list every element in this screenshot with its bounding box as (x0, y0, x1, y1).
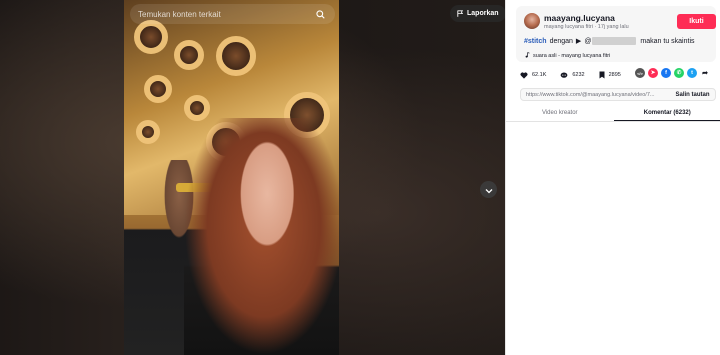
next-video-button[interactable] (480, 181, 497, 198)
wall-decoration (216, 36, 256, 76)
wall-decoration (136, 120, 160, 144)
mention-link[interactable]: @ (584, 38, 591, 45)
comment-count: 6232 (572, 72, 585, 78)
wall-decoration (144, 75, 172, 103)
music-label: suara asli - mayang lucyana fitri (533, 53, 611, 59)
flag-icon (457, 10, 463, 17)
hashtag-link[interactable]: #stitch (524, 38, 547, 45)
comments-list (506, 122, 720, 355)
related-search-bar[interactable]: Temukan konten terkait (130, 4, 335, 24)
report-label: Laporkan (467, 10, 499, 17)
copy-link-button[interactable]: Salin tautan (670, 89, 715, 100)
redacted-mention (592, 37, 637, 45)
music-note-icon (524, 52, 530, 60)
video-url: https://www.tiktok.com/@maayang.lucyana/… (526, 91, 655, 98)
tab-comments[interactable]: Komentar (6232) (613, 105, 720, 121)
wall-decoration (174, 40, 204, 70)
chevron-down-icon (485, 181, 493, 199)
heart-icon (520, 71, 528, 79)
embed-icon[interactable]: </> (635, 68, 645, 78)
details-panel: maayang.lucyana mayang lucyana fitri · 1… (505, 0, 720, 355)
save-count: 2895 (608, 72, 621, 78)
follow-button[interactable]: Ikuti (677, 14, 716, 29)
person-right (184, 118, 339, 355)
author-subline: mayang lucyana fitri · 17j yang lalu (544, 24, 629, 30)
like-count: 62.1K (532, 72, 547, 78)
caption-text: dengan (549, 37, 573, 45)
caption-suffix: makan tu skaintis (640, 37, 695, 45)
share-buttons: </> ➤ f ✆ t ➦ (635, 68, 710, 78)
share-more-icon[interactable]: ➦ (700, 68, 710, 78)
video-stage: Temukan konten terkait Laporkan (0, 0, 505, 355)
play-icon: ▶ (575, 38, 582, 45)
facebook-icon[interactable]: f (661, 68, 671, 78)
search-input[interactable]: Temukan konten terkait (138, 10, 313, 19)
username[interactable]: maayang.lucyana (544, 13, 615, 23)
music-link[interactable]: suara asli - mayang lucyana fitri (524, 52, 610, 60)
panel-tabs: Video kreator Komentar (6232) (506, 105, 720, 122)
comment-button[interactable]: 6232 (560, 71, 585, 79)
save-button[interactable]: 2895 (599, 71, 621, 79)
send-icon[interactable]: ➤ (648, 68, 658, 78)
search-icon[interactable] (313, 7, 327, 21)
engagement-row: 62.1K 6232 2895 </> ➤ f ✆ t ➦ (520, 68, 716, 82)
wall-decoration (134, 20, 168, 54)
post-caption: #stitch dengan ▶ @ makan tu skaintis (524, 37, 695, 45)
tab-creator-videos[interactable]: Video kreator (506, 105, 614, 121)
post-header: maayang.lucyana mayang lucyana fitri · 1… (516, 6, 716, 62)
report-button[interactable]: Laporkan (450, 5, 505, 22)
bookmark-icon (599, 71, 605, 79)
twitter-icon[interactable]: t (687, 68, 697, 78)
like-button[interactable]: 62.1K (520, 71, 547, 79)
whatsapp-icon[interactable]: ✆ (674, 68, 684, 78)
avatar[interactable] (524, 13, 540, 29)
comment-icon (560, 71, 568, 79)
link-copy-row: https://www.tiktok.com/@maayang.lucyana/… (520, 88, 716, 101)
video-player[interactable] (124, 0, 339, 355)
